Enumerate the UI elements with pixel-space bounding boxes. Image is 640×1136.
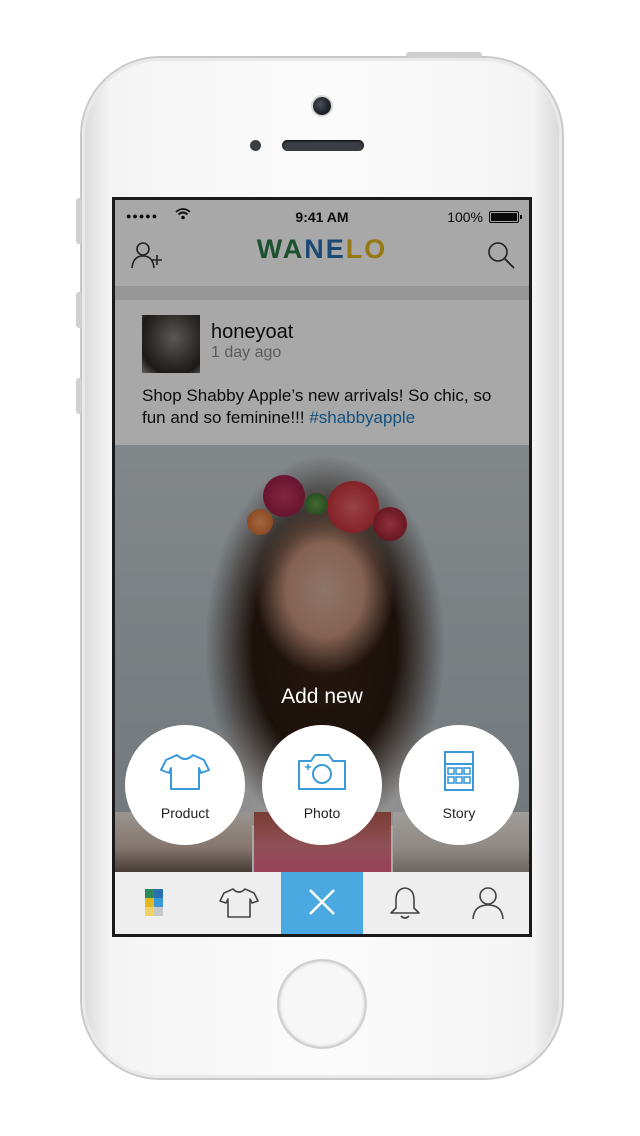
tab-products[interactable] xyxy=(198,872,280,934)
tshirt-icon xyxy=(219,888,259,918)
volume-up-button xyxy=(76,292,82,328)
earpiece-speaker xyxy=(282,140,364,151)
front-camera xyxy=(313,97,331,115)
close-icon xyxy=(309,889,335,915)
home-button[interactable] xyxy=(279,961,365,1047)
add-product-button[interactable]: Product xyxy=(125,725,245,845)
proximity-sensor xyxy=(250,140,261,151)
camera-icon xyxy=(298,754,346,790)
volume-down-button xyxy=(76,378,82,414)
screen: ●●●●● 9:41 AM 100% WANELO honeyoat 1 day… xyxy=(112,197,532,937)
collections-icon xyxy=(145,889,163,916)
tshirt-icon xyxy=(160,754,210,790)
add-story-button[interactable]: Story xyxy=(399,725,519,845)
tab-close[interactable] xyxy=(281,872,363,934)
add-photo-label: Photo xyxy=(303,805,341,821)
profile-icon xyxy=(472,887,504,920)
add-story-label: Story xyxy=(442,805,476,821)
stage: ●●●●● 9:41 AM 100% WANELO honeyoat 1 day… xyxy=(0,0,640,1136)
tab-collections[interactable] xyxy=(115,872,197,934)
tab-bar xyxy=(115,872,529,934)
add-photo-button[interactable]: Photo xyxy=(262,725,382,845)
tab-profile[interactable] xyxy=(447,872,529,934)
tab-notifications[interactable] xyxy=(364,872,446,934)
grid-icon xyxy=(444,751,474,791)
power-button xyxy=(406,52,482,58)
app-screen: ●●●●● 9:41 AM 100% WANELO honeyoat 1 day… xyxy=(115,200,529,934)
bell-icon xyxy=(390,887,420,919)
add-new-title: Add new xyxy=(281,685,363,708)
mute-switch xyxy=(76,198,82,244)
add-product-label: Product xyxy=(160,805,210,821)
